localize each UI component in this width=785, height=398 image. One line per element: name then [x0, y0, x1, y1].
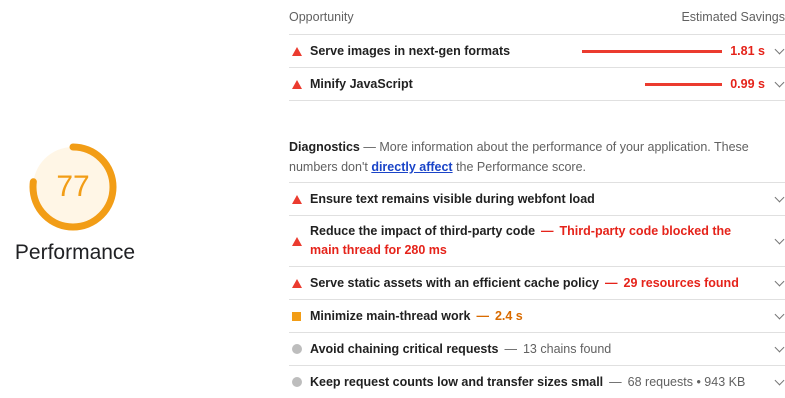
dash: —: [541, 224, 554, 238]
savings-value: 1.81 s: [730, 44, 765, 58]
diagnostic-row[interactable]: Minimize main-thread work — 2.4 s: [289, 300, 785, 333]
savings-bar: [645, 82, 723, 86]
audit-title: Reduce the impact of third-party code: [310, 224, 536, 238]
savings-indicator: 1.81 s: [582, 35, 765, 67]
audit-title: Minify JavaScript: [310, 77, 413, 91]
audit-detail: 13 chains found: [522, 342, 612, 356]
dash: —: [609, 375, 622, 389]
opportunity-row[interactable]: Serve images in next-gen formats 1.81 s: [289, 35, 785, 68]
opportunity-column-label: Opportunity: [289, 10, 354, 24]
audit-detail: 2.4 s: [494, 309, 523, 323]
audit-title: Serve images in next-gen formats: [310, 44, 511, 58]
audit-title: Keep request counts low and transfer siz…: [310, 375, 604, 389]
chevron-down-icon[interactable]: [774, 44, 785, 55]
chevron-down-icon[interactable]: [774, 77, 785, 88]
chevron-down-icon[interactable]: [774, 342, 785, 353]
diagnostic-row[interactable]: Keep request counts low and transfer siz…: [289, 366, 785, 398]
diagnostic-row[interactable]: Serve static assets with an efficient ca…: [289, 267, 785, 300]
diagnostics-text-end: the Performance score.: [456, 160, 586, 174]
savings-indicator: 0.99 s: [645, 68, 765, 100]
dash: —: [363, 140, 376, 154]
audit-title: Minimize main-thread work: [310, 309, 471, 323]
dash: —: [605, 276, 618, 290]
chevron-down-icon[interactable]: [774, 276, 785, 287]
audits-panel: Opportunity Estimated Savings Serve imag…: [289, 0, 785, 398]
diagnostics-description: Diagnostics — More information about the…: [289, 137, 785, 183]
opportunity-header: Opportunity Estimated Savings: [289, 0, 785, 35]
audit-title: Serve static assets with an efficient ca…: [310, 276, 600, 290]
warning-triangle-icon: [292, 79, 302, 89]
info-circle-icon: [292, 344, 302, 354]
diagnostics-heading: Diagnostics: [289, 140, 360, 154]
diagnostic-row[interactable]: Ensure text remains visible during webfo…: [289, 183, 785, 216]
chevron-down-icon[interactable]: [774, 192, 785, 203]
estimated-savings-column-label: Estimated Savings: [681, 10, 785, 24]
performance-score-gauge[interactable]: 77 Performance: [0, 136, 150, 276]
warning-triangle-icon: [292, 194, 302, 204]
warning-triangle-icon: [292, 278, 302, 288]
audit-detail: 68 requests • 943 KB: [627, 375, 746, 389]
warning-triangle-icon: [292, 46, 302, 56]
diagnostic-row[interactable]: Reduce the impact of third-party code — Th…: [289, 216, 785, 267]
diagnostic-row[interactable]: Avoid chaining critical requests — 13 chai…: [289, 333, 785, 366]
audit-text: Reduce the impact of third-party code — Th…: [310, 222, 785, 260]
audit-detail: 29 resources found: [623, 276, 739, 290]
warning-triangle-icon: [292, 236, 302, 246]
average-square-icon: [292, 311, 301, 321]
audit-title: Ensure text remains visible during webfo…: [310, 192, 595, 206]
dash: —: [476, 309, 489, 323]
chevron-down-icon[interactable]: [774, 309, 785, 320]
audit-title: Avoid chaining critical requests: [310, 342, 499, 356]
opportunity-row[interactable]: Minify JavaScript 0.99 s: [289, 68, 785, 101]
savings-value: 0.99 s: [730, 77, 765, 91]
score-value: 77: [56, 170, 90, 203]
savings-bar: [582, 49, 723, 53]
dash: —: [504, 342, 517, 356]
category-title: Performance: [14, 241, 136, 264]
directly-affect-link[interactable]: directly affect: [371, 160, 452, 174]
info-circle-icon: [292, 377, 302, 387]
